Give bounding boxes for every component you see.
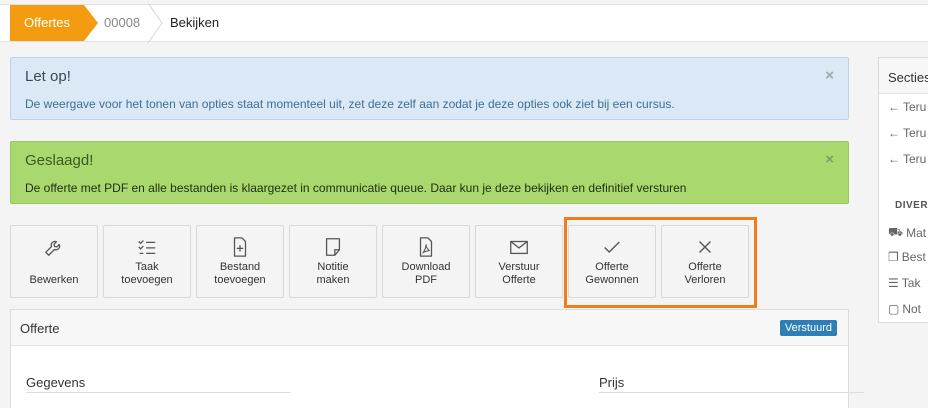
info-alert-title: Let op! [25,68,71,85]
create-note-label-line1: Notitie [317,261,349,273]
sidebar-back-label: Teru [903,100,927,114]
edit-button-label: Bewerken [29,274,79,286]
success-alert-close-icon[interactable]: × [825,151,834,168]
status-badge: Verstuurd [779,320,837,336]
download-pdf-label-line1: Download [401,261,451,273]
price-divider [599,392,864,393]
note-icon [325,238,341,256]
success-alert: Geslaagd! De offerte met PDF en alle bes… [10,141,849,204]
details-divider [26,392,291,393]
info-alert-close-icon[interactable]: × [825,67,834,84]
sidebar-item[interactable]: ❐ Best [888,250,926,264]
sidebar-back-item[interactable]: ← Teru [888,100,926,114]
files-icon: ❐ [888,250,899,264]
edit-button[interactable]: Bewerken [10,225,98,298]
add-task-button[interactable]: Taak toevoegen [103,225,191,298]
success-alert-text: De offerte met PDF en alle bestanden is … [25,181,687,195]
offer-panel-header: Offerte Verstuurd [11,310,848,346]
send-offer-label-line2: Offerte [502,274,536,286]
envelope-icon [510,240,528,255]
sidebar-item[interactable]: ⛟ Mat [888,225,926,241]
pdf-icon [419,237,433,257]
sections-sidebar: Secties ← Teru ← Teru ← Teru DIVER ⛟ Mat ❐ Be… [878,57,928,323]
create-note-button[interactable]: Notitie maken [289,225,377,298]
highlight-outline [564,217,757,308]
tasks-icon: ☰ [888,276,899,290]
note-small-icon: ▢ [888,302,900,316]
send-offer-label-line1: Verstuur [498,261,540,273]
sidebar-item[interactable]: ▢ Not [888,302,921,316]
sidebar-item-label: Tak [901,276,921,290]
send-offer-button[interactable]: Verstuur Offerte [475,225,563,298]
offer-panel-title: Offerte [20,321,60,336]
add-file-button[interactable]: Bestand toevoegen [196,225,284,298]
sidebar-back-label: Teru [903,152,927,166]
sidebar-item-label: Not [902,302,922,316]
details-heading: Gegevens [26,375,86,390]
offer-panel: Offerte Verstuurd Gegevens Prijs [10,309,864,408]
breadcrumb-offertes[interactable]: Offertes [10,5,98,41]
sidebar-item[interactable]: ☰ Tak [888,276,920,290]
breadcrumb-separator-icon [147,3,163,43]
sidebar-back-label: Teru [903,126,927,140]
success-alert-title: Geslaagd! [25,152,94,169]
checklist-icon [138,240,156,255]
truck-icon: ⛟ [888,225,904,239]
info-alert-text: De weergave voor het tonen van opties st… [25,97,675,111]
file-plus-icon [233,237,247,257]
create-note-label-line2: maken [316,274,350,286]
info-alert: Let op! De weergave voor het tonen van o… [10,57,849,120]
download-pdf-button[interactable]: Download PDF [382,225,470,298]
add-file-label-line1: Bestand [219,261,261,273]
breadcrumb-current: Bekijken [170,15,220,30]
arrow-left-icon: ← [888,152,900,166]
breadcrumb: Offertes 00008 Bekijken [0,3,928,43]
sidebar-item-label: Best [901,250,926,264]
breadcrumb-offer-number[interactable]: 00008 [104,5,140,41]
sidebar-section-title: DIVER [895,200,928,211]
sections-title: Secties [879,58,928,94]
sidebar-back-item[interactable]: ← Teru [888,152,926,166]
add-file-label-line2: toevoegen [214,274,266,286]
add-task-label-line2: toevoegen [121,274,173,286]
sidebar-back-item[interactable]: ← Teru [888,126,926,140]
arrow-left-icon: ← [888,126,900,140]
price-heading: Prijs [599,375,625,390]
sidebar-item-label: Mat [906,226,927,240]
wrench-icon [45,240,61,256]
arrow-left-icon: ← [888,100,900,114]
add-task-label-line1: Taak [135,261,159,273]
download-pdf-label-line2: PDF [415,274,437,286]
